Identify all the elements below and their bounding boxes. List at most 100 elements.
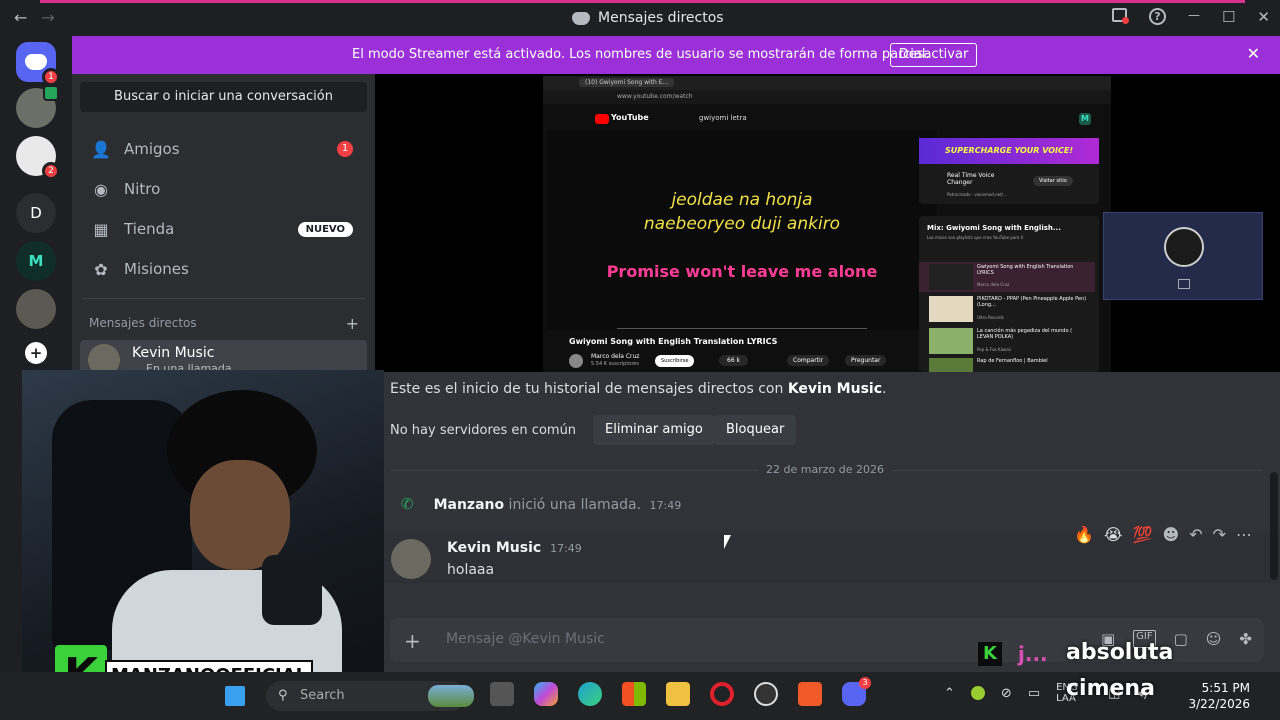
video-meta-row: Marco dela Cruz 5.54 K suscriptores Susc… xyxy=(569,352,919,370)
browser-tab[interactable]: (10) Gwiyomi Song with E... xyxy=(579,78,675,87)
add-reaction-icon[interactable]: ☻ xyxy=(1163,525,1180,544)
channel-name[interactable]: Marco dela Cruz xyxy=(591,353,639,360)
help-icon[interactable]: ? xyxy=(1148,8,1166,25)
nav-shop[interactable]: ▦ Tienda NUEVO xyxy=(80,211,367,247)
minimize-button[interactable]: — xyxy=(1188,8,1200,26)
sticker-icon[interactable]: ▢ xyxy=(1174,630,1188,648)
dm-item-kevin-music[interactable]: Kevin Music En una llamada xyxy=(80,340,367,376)
store-icon[interactable] xyxy=(622,682,646,706)
reaction-fire[interactable]: 🔥 xyxy=(1074,525,1094,544)
caption-line-2: cimena xyxy=(1066,676,1155,701)
message-author[interactable]: Kevin Music 17:49 xyxy=(447,540,582,556)
reply-icon[interactable]: ↶ xyxy=(1189,525,1202,544)
opera-icon[interactable] xyxy=(710,682,734,706)
remove-friend-button[interactable]: Eliminar amigo xyxy=(593,415,715,445)
channel-avatar[interactable] xyxy=(569,354,583,368)
nav-friends[interactable]: 👤 Amigos 1 xyxy=(80,131,367,167)
channel-subs: 5.54 K suscriptores xyxy=(591,361,639,367)
obs-icon[interactable] xyxy=(754,682,778,706)
taskbar-search[interactable]: ⚲ Search xyxy=(266,681,474,711)
message-text: holaaa xyxy=(447,562,495,578)
start-button[interactable] xyxy=(225,686,245,706)
forward-icon[interactable]: ↷ xyxy=(1213,525,1226,544)
avatar[interactable] xyxy=(391,539,431,579)
user-avatar[interactable]: M xyxy=(1079,113,1091,125)
video-title: Gwiyomi Song with English Translation LY… xyxy=(569,337,778,346)
youtube-search-input[interactable]: gwiyomi letra xyxy=(699,114,747,122)
discord-taskbar-icon[interactable]: 3 xyxy=(842,677,871,706)
file-explorer-icon[interactable] xyxy=(666,682,690,706)
visit-site-button[interactable]: Visitar sitio xyxy=(1033,176,1073,186)
nav-quests[interactable]: ✿ Misiones xyxy=(80,251,367,287)
message-input[interactable]: Mensaje @Kevin Music xyxy=(446,631,605,647)
home-dm-button[interactable]: 1 xyxy=(16,42,60,86)
block-button[interactable]: Bloquear xyxy=(714,415,797,445)
subscribe-button[interactable]: Suscribirse xyxy=(655,355,695,367)
inbox-icon[interactable] xyxy=(1111,8,1129,24)
video-player[interactable]: jeoldae na honja naebeoryeo duji ankiro … xyxy=(547,130,937,330)
message-row[interactable]: Kevin Music 17:49 holaaa 🔥 😭 💯 ☻ ↶ ↷ ⋯ xyxy=(383,525,1280,583)
emoji-icon[interactable]: ☺ xyxy=(1206,630,1222,648)
create-dm-icon[interactable]: + xyxy=(346,314,359,333)
chevron-up-icon[interactable]: ⌃ xyxy=(944,686,955,704)
task-view-icon[interactable] xyxy=(490,682,514,706)
playlist-item-channel: Ultra Records xyxy=(977,315,1004,320)
browser-url[interactable]: www.youtube.com/watch xyxy=(617,93,693,100)
close-banner-icon[interactable]: ✕ xyxy=(1247,44,1260,63)
server-icon[interactable]: M xyxy=(16,241,56,281)
browser-addressbar: www.youtube.com/watch xyxy=(543,90,1111,104)
tray-app-icon[interactable] xyxy=(970,686,985,700)
ask-button[interactable]: Preguntar xyxy=(845,355,887,366)
scrollbar[interactable] xyxy=(1270,472,1278,580)
streamer-face xyxy=(190,460,290,570)
obs-logo-icon xyxy=(1164,227,1204,267)
brave-icon[interactable] xyxy=(798,682,822,706)
obs-window-thumbnail[interactable] xyxy=(1103,212,1263,300)
server-icon[interactable]: 2 xyxy=(16,136,60,180)
reaction-100[interactable]: 💯 xyxy=(1133,525,1153,544)
playlist-item[interactable]: La canción más pegadiza del mundo ( LEVA… xyxy=(919,326,1095,356)
attach-plus-icon[interactable]: + xyxy=(404,629,421,653)
add-server-button[interactable]: + xyxy=(25,342,47,364)
microphone xyxy=(262,555,322,625)
thumbnail xyxy=(929,328,973,354)
thumbnail xyxy=(929,264,973,290)
clock-time: 5:51 PM xyxy=(1201,681,1250,695)
more-options-icon[interactable]: ⋯ xyxy=(1236,525,1252,544)
overlay-mini-logo: K xyxy=(978,642,1002,666)
playlist-item[interactable]: Rap de Fernanfloo | Bambiel xyxy=(919,358,1095,372)
reaction-crying[interactable]: 😭 xyxy=(1104,525,1123,544)
nav-label: Tienda xyxy=(124,220,175,238)
disable-streamer-button[interactable]: Desactivar xyxy=(890,43,977,67)
video-progress-bar[interactable] xyxy=(617,328,867,329)
search-conversation-button[interactable]: Buscar o iniciar una conversación xyxy=(80,82,367,112)
tray-app-icon[interactable]: ⊘ xyxy=(1001,686,1012,704)
browser-tabbar: (10) Gwiyomi Song with E... xyxy=(543,76,1111,90)
browser-window: (10) Gwiyomi Song with E... www.youtube.… xyxy=(543,76,1111,372)
back-arrow-icon[interactable]: ← xyxy=(14,8,27,27)
server-icon[interactable] xyxy=(16,85,59,128)
server-icon[interactable] xyxy=(16,289,56,329)
taskbar-clock[interactable]: 5:51 PM 3/22/2026 xyxy=(1188,680,1250,712)
maximize-button[interactable]: ☐ xyxy=(1222,8,1235,26)
like-button[interactable]: 66 k xyxy=(719,355,749,366)
nav-nitro[interactable]: ◉ Nitro xyxy=(80,171,367,207)
new-badge: NUEVO xyxy=(297,221,353,237)
edge-icon[interactable] xyxy=(578,682,602,706)
copilot-icon[interactable] xyxy=(534,682,558,706)
dm-sidebar: Buscar o iniciar una conversación 👤 Amig… xyxy=(72,74,375,376)
apps-icon[interactable]: ✤ xyxy=(1239,630,1252,648)
ad-banner[interactable]: SUPERCHARGE YOUR VOICE! xyxy=(919,138,1099,164)
server-icon[interactable]: D xyxy=(16,193,56,233)
forward-arrow-icon[interactable]: → xyxy=(41,8,54,27)
call-time: 17:49 xyxy=(649,499,682,512)
cast-icon[interactable]: ▭ xyxy=(1028,686,1040,704)
mix-title: Mix: Gwiyomi Song with English... xyxy=(927,224,1061,232)
mouse-cursor xyxy=(724,535,731,549)
playlist-item[interactable]: PIKOTARO - PPAP (Pen Pineapple Apple Pen… xyxy=(919,294,1095,324)
share-button[interactable]: Compartir xyxy=(787,355,830,366)
call-user[interactable]: Manzano xyxy=(434,497,505,513)
playlist-item[interactable]: Gwiyomi Song with English Translation LY… xyxy=(919,262,1095,292)
close-window-button[interactable]: ✕ xyxy=(1257,8,1270,26)
message-actions: 🔥 😭 💯 ☻ ↶ ↷ ⋯ xyxy=(1074,525,1252,544)
